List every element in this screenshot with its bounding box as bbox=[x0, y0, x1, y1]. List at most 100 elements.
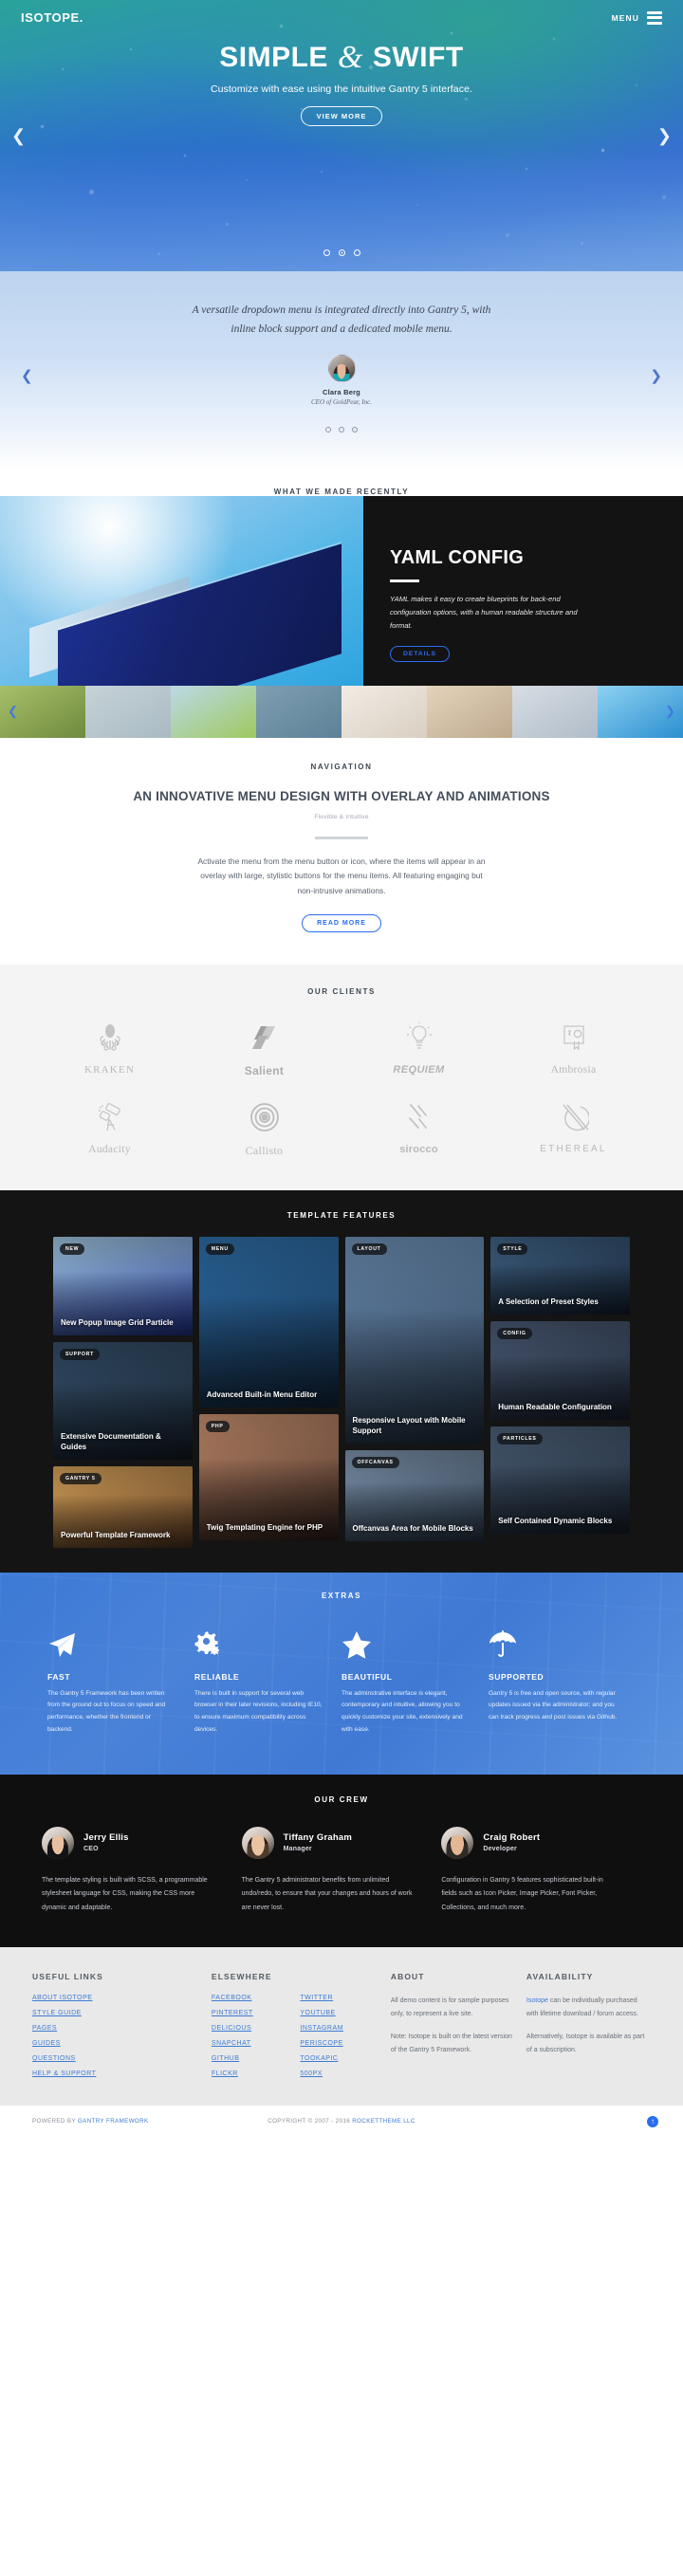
footer-useful-link[interactable]: QUESTIONS bbox=[32, 2055, 200, 2062]
hero-slider-dots bbox=[0, 249, 683, 256]
feature-card[interactable]: GANTRY 5 Powerful Template Framework bbox=[53, 1466, 193, 1548]
footer-elsewhere-link[interactable]: FACEBOOK bbox=[212, 1995, 290, 2001]
footer-elsewhere-link[interactable]: 500PX bbox=[300, 2070, 378, 2077]
feature-card[interactable]: PARTICLES Self Contained Dynamic Blocks bbox=[490, 1426, 630, 1534]
arrow-up-circle-icon[interactable]: ↑ bbox=[647, 2116, 658, 2127]
testimonial-dot-3[interactable] bbox=[352, 427, 358, 432]
card-overlay bbox=[345, 1237, 485, 1444]
footer-about-paragraph-1: All demo content is for sample purposes … bbox=[391, 1995, 515, 2020]
client-name: Salient bbox=[245, 1064, 284, 1077]
client-logo-audacity[interactable]: Audacity bbox=[32, 1096, 187, 1158]
feature-card-tag: GANTRY 5 bbox=[60, 1473, 102, 1484]
showcase-divider bbox=[390, 580, 419, 582]
footer-elsewhere-link[interactable]: TOOKAPIC bbox=[300, 2055, 378, 2062]
client-logo-sirocco[interactable]: sirocco bbox=[342, 1096, 496, 1158]
footer-useful-link[interactable]: HELP & SUPPORT bbox=[32, 2070, 200, 2077]
hero-content: SIMPLE & SWIFT Customize with ease using… bbox=[0, 25, 683, 126]
navigation-kicker: NAVIGATION bbox=[57, 763, 626, 771]
testimonial-prev-arrow[interactable]: ❮ bbox=[21, 367, 33, 384]
footer-elsewhere-link[interactable]: SNAPCHAT bbox=[212, 2040, 290, 2047]
extras-section-title: EXTRAS bbox=[0, 1592, 683, 1600]
road-cone-thumb[interactable] bbox=[256, 686, 342, 738]
footer-column-about: ABOUT All demo content is for sample pur… bbox=[391, 1972, 515, 2077]
telescope-icon bbox=[95, 1096, 125, 1138]
city-rooftops-thumb[interactable] bbox=[427, 686, 512, 738]
lone-tree-field-thumb[interactable] bbox=[171, 686, 256, 738]
feature-card-title: Powerful Template Framework bbox=[61, 1531, 185, 1541]
client-logo-ethereal[interactable]: ETHEREAL bbox=[496, 1096, 651, 1158]
crew-member-description: Configuration in Gantry 5 features sophi… bbox=[441, 1874, 618, 1915]
testimonial-dot-2[interactable] bbox=[339, 427, 344, 432]
testimonial-author-name: Clara Berg bbox=[57, 388, 626, 396]
feature-card[interactable]: SUPPORT Extensive Documentation & Guides bbox=[53, 1342, 193, 1460]
footer-useful-link[interactable]: GUIDES bbox=[32, 2040, 200, 2047]
navigation-read-more-button[interactable]: READ MORE bbox=[302, 914, 381, 932]
hero-ampersand: & bbox=[338, 40, 363, 75]
footer-elsewhere-link[interactable]: TWITTER bbox=[300, 1995, 378, 2001]
feature-card-tag: NEW bbox=[60, 1243, 84, 1255]
client-logo-callisto[interactable]: Callisto bbox=[187, 1096, 342, 1158]
testimonial-next-arrow[interactable]: ❯ bbox=[650, 367, 662, 384]
testimonial-dot-1[interactable] bbox=[325, 427, 331, 432]
menu-label: MENU bbox=[612, 13, 639, 23]
extra-title: SUPPORTED bbox=[489, 1672, 618, 1682]
footer-elsewhere-link[interactable]: DELICIOUS bbox=[212, 2025, 290, 2032]
client-logo-requiem[interactable]: REQUIEM bbox=[342, 1017, 496, 1077]
footer-elsewhere-link[interactable]: FLICKR bbox=[212, 2070, 290, 2077]
cogs-icon bbox=[194, 1627, 324, 1659]
page-root: ISOTOPE. MENU SIMPLE & SWIFT Customize w… bbox=[0, 0, 683, 2138]
showcase-image[interactable] bbox=[0, 496, 363, 686]
hero-dot-2[interactable] bbox=[339, 249, 345, 256]
feature-card[interactable]: PHP Twig Templating Engine for PHP bbox=[199, 1414, 339, 1540]
crew-member-role: CEO bbox=[83, 1846, 129, 1852]
client-logo-kraken[interactable]: KRAKEN bbox=[32, 1017, 187, 1077]
footer-elsewhere-link[interactable]: GITHUB bbox=[212, 2055, 290, 2062]
footer-column-useful-links: USEFUL LINKS ABOUT ISOTOPE STYLE GUIDE PAG… bbox=[32, 1972, 200, 2077]
footer-elsewhere-link[interactable]: PINTEREST bbox=[212, 2010, 290, 2016]
footer-elsewhere-link[interactable]: YOUTUBE bbox=[300, 2010, 378, 2016]
footer-elsewhere-link[interactable]: PERISCOPE bbox=[300, 2040, 378, 2047]
hamburger-icon bbox=[647, 11, 662, 25]
feature-card[interactable]: NEW New Popup Image Grid Particle bbox=[53, 1237, 193, 1335]
footer-column-elsewhere: ELSEWHERE FACEBOOK TWITTER PINTEREST YOUTUB… bbox=[212, 1972, 379, 2077]
hero-dot-3[interactable] bbox=[354, 249, 360, 256]
hero-title-part1: SIMPLE bbox=[219, 42, 328, 73]
crew-member: Tiffany Graham Manager The Gantry 5 admini… bbox=[242, 1827, 442, 1915]
hero-dot-1[interactable] bbox=[323, 249, 330, 256]
thumbnail-prev-arrow[interactable]: ❮ bbox=[8, 704, 18, 719]
wind-lines-icon bbox=[405, 1096, 434, 1138]
hero-view-more-button[interactable]: VIEW MORE bbox=[301, 106, 383, 126]
feature-card[interactable]: LAYOUT Responsive Layout with Mobile Supp… bbox=[345, 1237, 485, 1444]
menu-toggle-button[interactable]: MENU bbox=[612, 11, 662, 25]
footer-useful-link[interactable]: ABOUT ISOTOPE bbox=[32, 1995, 200, 2001]
feature-card[interactable]: CONFIG Human Readable Configuration bbox=[490, 1321, 630, 1420]
client-logo-ambrosia[interactable]: Ambrosia bbox=[496, 1017, 651, 1077]
footer-elsewhere-link[interactable]: INSTAGRAM bbox=[300, 2025, 378, 2032]
footer-about-title: ABOUT bbox=[391, 1972, 515, 1981]
footer-useful-link[interactable]: STYLE GUIDE bbox=[32, 2010, 200, 2016]
coffee-desk-thumb[interactable] bbox=[342, 686, 427, 738]
feature-card[interactable]: STYLE A Selection of Preset Styles bbox=[490, 1237, 630, 1315]
showcase-details-button[interactable]: DETAILS bbox=[390, 646, 450, 662]
crew-section: OUR CREW Jerry Ellis CEO The template styl… bbox=[0, 1775, 683, 1947]
crew-member-role: Manager bbox=[284, 1846, 352, 1852]
footer-isotope-link[interactable]: Isotope bbox=[526, 1997, 548, 2004]
client-logo-salient[interactable]: Salient bbox=[187, 1017, 342, 1077]
showcase-description: YAML makes it easy to create blueprints … bbox=[390, 593, 594, 633]
hero-prev-arrow[interactable]: ❮ bbox=[11, 127, 26, 144]
extra-item-reliable: RELIABLE There is built in support for se… bbox=[194, 1627, 342, 1737]
footer-useful-link[interactable]: PAGES bbox=[32, 2025, 200, 2032]
extras-grid: FAST The Gantry 5 Framework has been writ… bbox=[0, 1627, 683, 1737]
red-sculpture-thumb[interactable] bbox=[85, 686, 171, 738]
hero-next-arrow[interactable]: ❯ bbox=[657, 127, 672, 144]
feature-card[interactable]: OFFCANVAS Offcanvas Area for Mobile Block… bbox=[345, 1450, 485, 1541]
feature-card-title: Human Readable Configuration bbox=[498, 1403, 622, 1413]
features-column-3: LAYOUT Responsive Layout with Mobile Supp… bbox=[345, 1237, 485, 1548]
rockettheme-link[interactable]: ROCKETTHEME LLC bbox=[352, 2118, 415, 2125]
gantry-framework-link[interactable]: GANTRY FRAMEWORK bbox=[78, 2118, 149, 2125]
feature-card[interactable]: MENU Advanced Built-in Menu Editor bbox=[199, 1237, 339, 1408]
powered-by-prefix: POWERED BY bbox=[32, 2118, 78, 2125]
site-logo[interactable]: ISOTOPE. bbox=[21, 10, 83, 25]
girl-portrait-thumb[interactable] bbox=[512, 686, 598, 738]
thumbnail-next-arrow[interactable]: ❯ bbox=[665, 704, 675, 719]
